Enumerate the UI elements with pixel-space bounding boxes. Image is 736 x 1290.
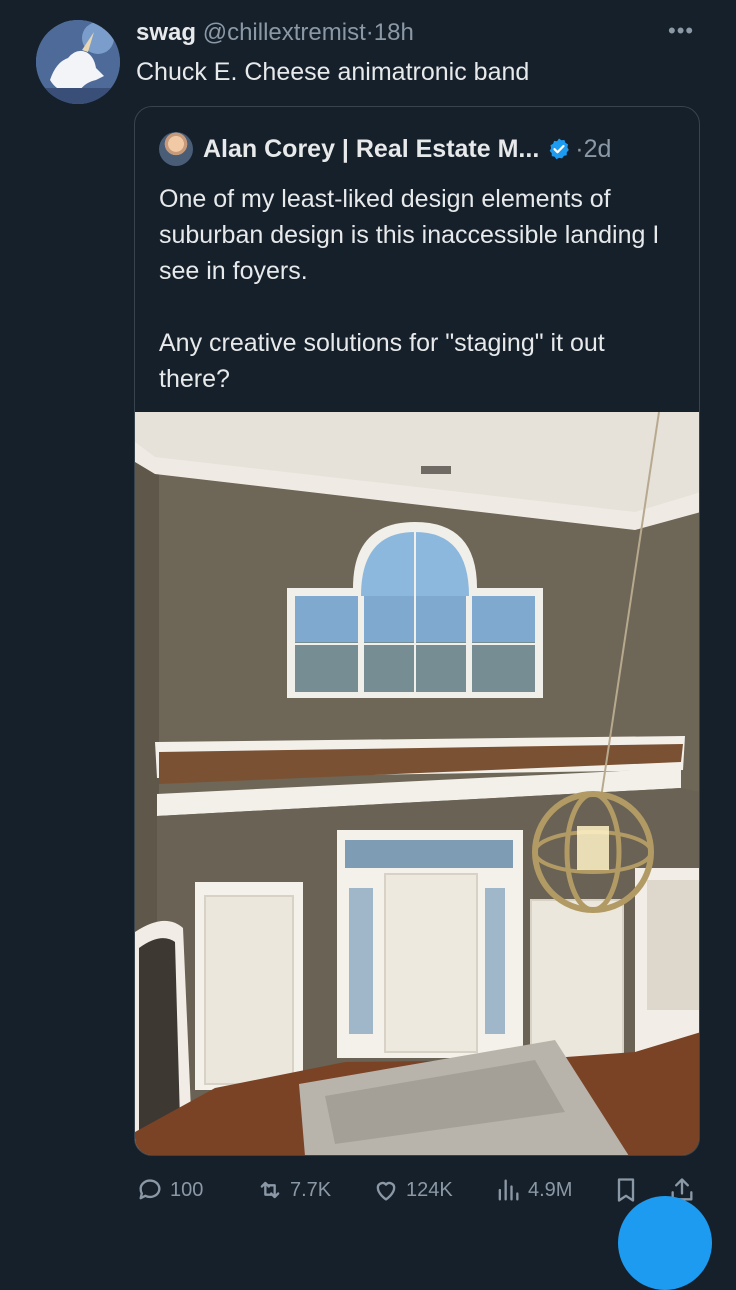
reply-icon <box>139 1179 161 1200</box>
more-icon[interactable]: ••• <box>668 18 694 44</box>
tweet-header: swag @chillextremist·18h <box>136 18 414 48</box>
like-button[interactable]: 124K <box>372 1176 453 1204</box>
tweet-text: Chuck E. Cheese animatronic band <box>136 58 530 86</box>
reply-button[interactable]: 100 <box>136 1176 203 1204</box>
bookmark-icon <box>617 1178 635 1202</box>
author-avatar[interactable] <box>36 20 120 104</box>
reply-count: 100 <box>170 1178 204 1201</box>
author-name[interactable]: swag <box>136 19 196 46</box>
verified-icon <box>547 137 571 161</box>
views-icon <box>498 1179 519 1201</box>
tweet-time[interactable]: 18h <box>374 19 414 46</box>
repost-count: 7.7K <box>290 1178 332 1201</box>
foyer-photo[interactable] <box>135 412 699 1155</box>
quoted-tweet-text: One of my least-liked design elements of… <box>159 185 660 393</box>
quoted-author-avatar[interactable] <box>159 132 193 166</box>
author-handle[interactable]: @chillextremist <box>203 19 366 46</box>
quoted-tweet-card[interactable]: Alan Corey | Real Estate M... ·2d One of… <box>134 106 700 1156</box>
quoted-time-value: 2d <box>583 134 612 163</box>
like-count: 124K <box>406 1178 453 1201</box>
quoted-tweet-header: Alan Corey | Real Estate M... ·2d <box>159 132 611 166</box>
views-button[interactable]: 4.9M <box>494 1176 572 1204</box>
compose-fab-button[interactable] <box>618 1196 712 1290</box>
repost-button[interactable]: 7.7K <box>256 1176 331 1204</box>
bookmark-button[interactable] <box>612 1176 646 1204</box>
quoted-time-separator: · <box>575 134 584 163</box>
repost-icon <box>260 1181 280 1199</box>
views-count: 4.9M <box>528 1178 573 1201</box>
tweet-actions: 100 7.7K 124K 4.9M <box>0 1170 736 1210</box>
like-icon <box>376 1181 396 1201</box>
time-separator: · <box>365 19 374 46</box>
quoted-author-name[interactable]: Alan Corey | Real Estate M... <box>203 135 539 164</box>
quoted-tweet-time[interactable]: ·2d <box>575 135 611 164</box>
